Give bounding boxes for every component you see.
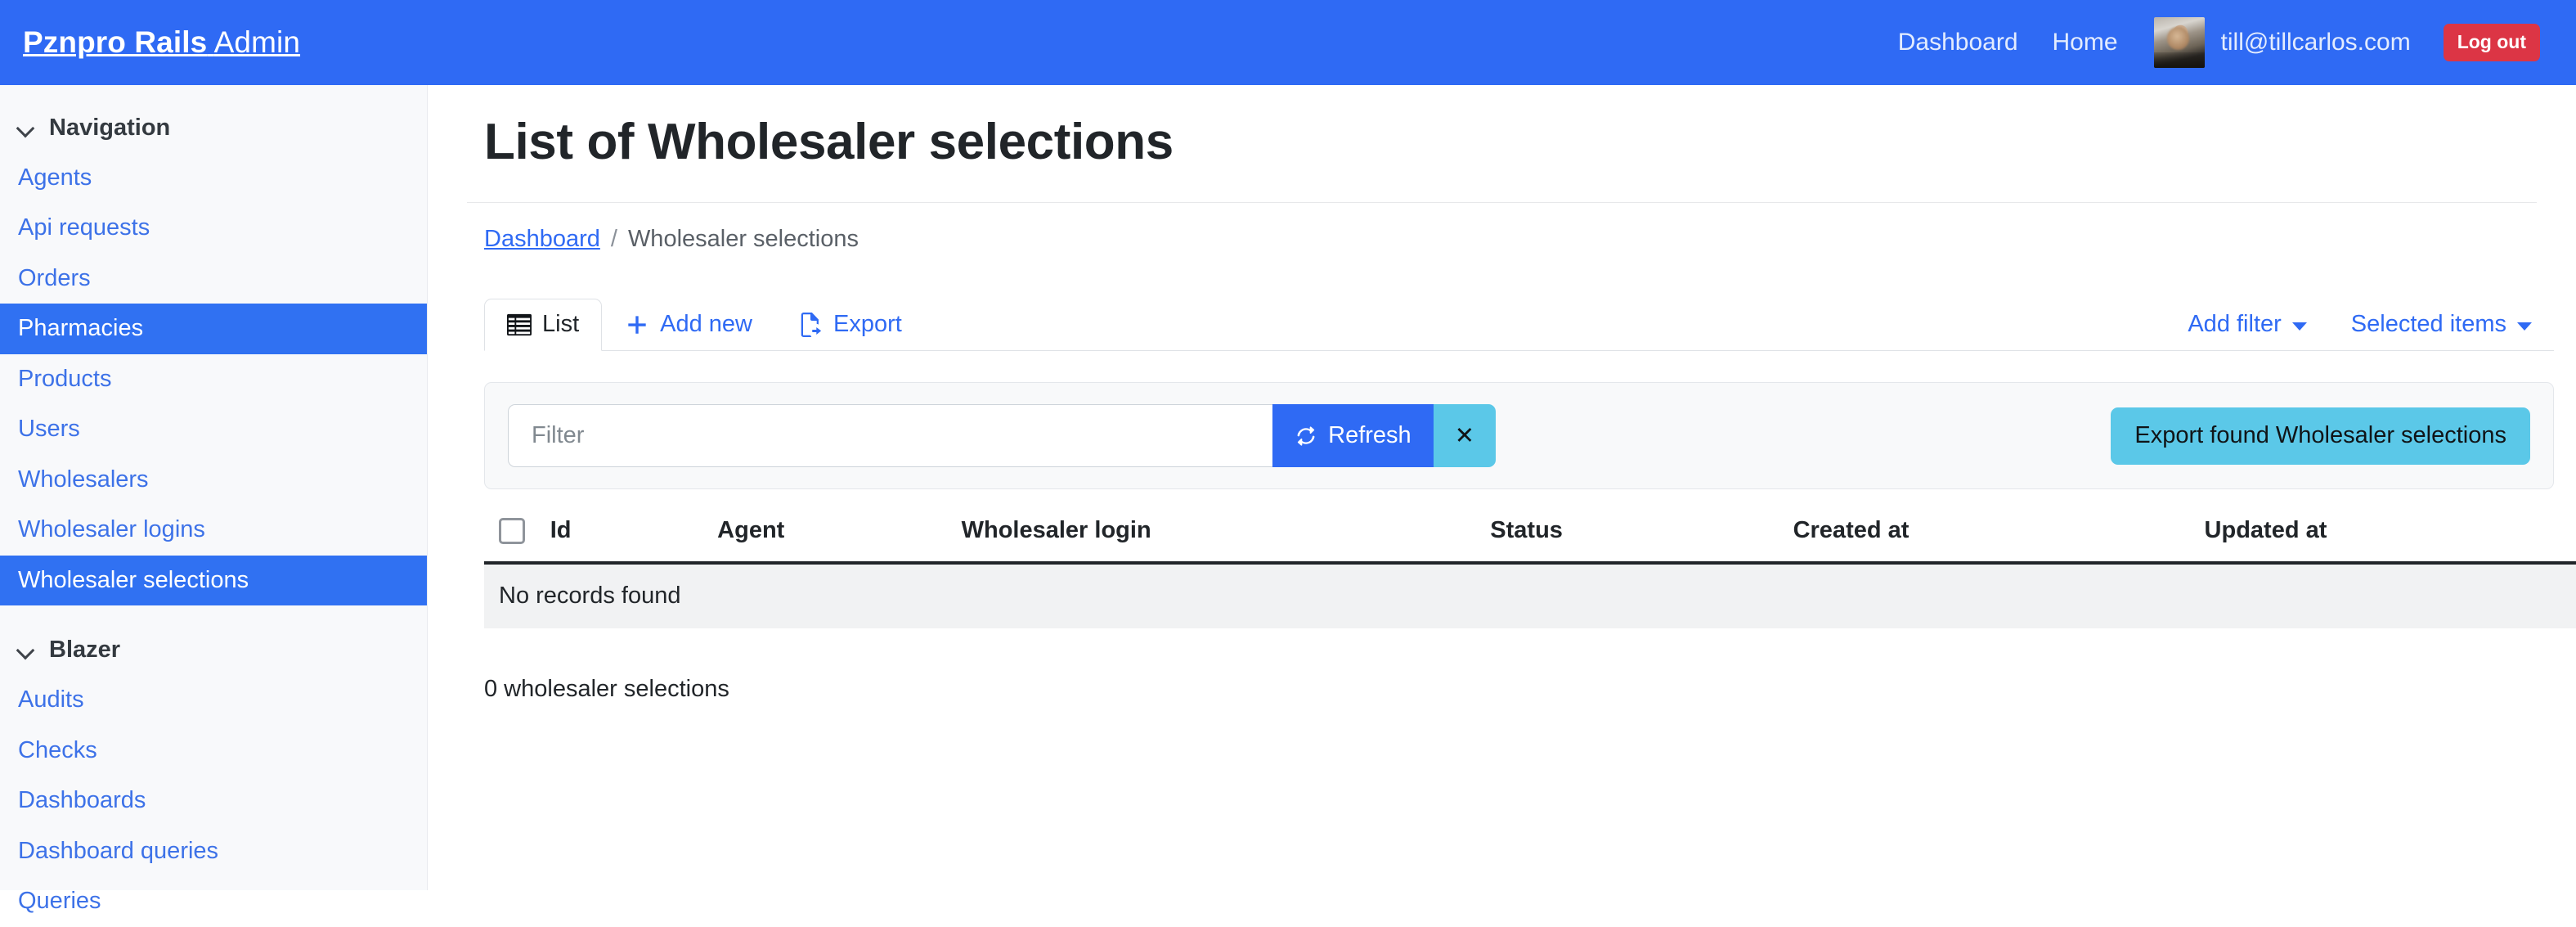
- tab-add-new[interactable]: Add new: [602, 299, 775, 351]
- selected-items-dropdown[interactable]: Selected items: [2329, 299, 2554, 350]
- records-table-head: Id Agent Wholesaler login Status Created…: [484, 517, 2576, 565]
- filter-input[interactable]: [508, 404, 1273, 467]
- user-email-link[interactable]: till@tillcarlos.com: [2221, 29, 2411, 56]
- brand-title[interactable]: Pznpro Rails Admin: [23, 25, 300, 60]
- records-table-body: No records found: [484, 563, 2576, 629]
- log-out-button[interactable]: Log out: [2443, 24, 2540, 61]
- sidebar: Navigation Agents Api requests Orders Ph…: [0, 85, 428, 914]
- tab-add-new-label: Add new: [660, 311, 752, 337]
- sidebar-section-navigation-label: Navigation: [49, 115, 171, 141]
- empty-state-row: No records found: [484, 563, 2576, 629]
- tab-bar: List Add new Export Add filter Selected …: [484, 292, 2554, 351]
- sidebar-section-navigation-header[interactable]: Navigation: [0, 103, 427, 153]
- file-export-icon: [798, 312, 823, 337]
- column-header-status[interactable]: Status: [1490, 517, 1793, 565]
- sidebar-item-dashboards[interactable]: Dashboards: [0, 776, 427, 826]
- column-header-created-at[interactable]: Created at: [1793, 517, 2205, 565]
- sidebar-section-blazer-label: Blazer: [49, 637, 121, 664]
- sidebar-item-queries[interactable]: Queries: [0, 876, 427, 926]
- top-navbar: Pznpro Rails Admin Dashboard Home till@t…: [0, 0, 2576, 85]
- navbar-right-group: Dashboard Home till@tillcarlos.com Log o…: [1864, 17, 2540, 68]
- nav-link-dashboard[interactable]: Dashboard: [1898, 29, 2018, 56]
- add-filter-label: Add filter: [2188, 311, 2282, 337]
- tab-export[interactable]: Export: [775, 299, 925, 351]
- breadcrumb: Dashboard / Wholesaler selections: [484, 226, 2537, 253]
- chevron-down-icon: [18, 122, 36, 132]
- tab-list[interactable]: List: [484, 299, 603, 351]
- sidebar-item-wholesalers[interactable]: Wholesalers: [0, 455, 427, 505]
- plus-icon: [625, 313, 649, 337]
- table-icon: [507, 313, 532, 337]
- sidebar-item-pharmacies[interactable]: Pharmacies: [0, 304, 427, 354]
- column-header-updated-at[interactable]: Updated at: [2204, 517, 2576, 565]
- main-content: List of Wholesaler selections Dashboard …: [428, 85, 2576, 890]
- brand-bold: Pznpro Rails: [23, 25, 208, 59]
- sidebar-item-api-requests[interactable]: Api requests: [0, 203, 427, 253]
- column-header-id[interactable]: Id: [550, 517, 718, 565]
- chevron-down-icon: [18, 644, 36, 654]
- sidebar-item-wholesaler-selections[interactable]: Wholesaler selections: [0, 555, 427, 606]
- table-header-row: Id Agent Wholesaler login Status Created…: [484, 517, 2576, 565]
- records-table-wrapper: Id Agent Wholesaler login Status Created…: [484, 517, 2576, 629]
- tab-bar-right-group: Add filter Selected items: [2165, 299, 2554, 350]
- selected-items-label: Selected items: [2350, 311, 2506, 337]
- record-count-label: 0 wholesaler selections: [484, 676, 729, 703]
- breadcrumb-current: Wholesaler selections: [627, 226, 859, 252]
- caret-down-icon: [2291, 322, 2307, 331]
- sidebar-item-agents[interactable]: Agents: [0, 153, 427, 203]
- refresh-button[interactable]: Refresh: [1272, 404, 1434, 467]
- breadcrumb-dashboard-link[interactable]: Dashboard: [484, 226, 600, 253]
- sidebar-item-audits[interactable]: Audits: [0, 675, 427, 725]
- select-all-checkbox[interactable]: [499, 518, 525, 545]
- avatar: [2153, 17, 2205, 68]
- sidebar-section-blazer-header[interactable]: Blazer: [0, 625, 427, 675]
- tab-list-label: List: [542, 311, 580, 337]
- select-all-header: [484, 517, 550, 565]
- sidebar-item-wholesaler-logins[interactable]: Wholesaler logins: [0, 505, 427, 555]
- add-filter-dropdown[interactable]: Add filter: [2165, 299, 2328, 350]
- clear-filter-button[interactable]: ✕: [1433, 404, 1496, 467]
- brand-light: Admin: [213, 25, 301, 59]
- records-table: Id Agent Wholesaler login Status Created…: [484, 517, 2576, 629]
- title-divider: [467, 202, 2537, 203]
- avatar-wrapper: [2153, 17, 2205, 68]
- refresh-icon: [1295, 425, 1317, 448]
- sidebar-item-users[interactable]: Users: [0, 404, 427, 454]
- export-found-button[interactable]: Export found Wholesaler selections: [2111, 407, 2530, 465]
- breadcrumb-separator: /: [610, 226, 617, 252]
- refresh-button-label: Refresh: [1328, 422, 1411, 448]
- column-header-wholesaler-login[interactable]: Wholesaler login: [961, 517, 1491, 565]
- filter-input-group: Refresh ✕: [508, 404, 1496, 467]
- filter-panel: Refresh ✕ Export found Wholesaler select…: [484, 382, 2554, 489]
- sidebar-item-products[interactable]: Products: [0, 354, 427, 404]
- nav-link-home[interactable]: Home: [2053, 29, 2118, 56]
- caret-down-icon: [2517, 322, 2532, 331]
- sidebar-item-orders[interactable]: Orders: [0, 254, 427, 304]
- page-title: List of Wholesaler selections: [484, 114, 1174, 170]
- column-header-agent[interactable]: Agent: [717, 517, 962, 565]
- no-records-message: No records found: [484, 563, 2576, 629]
- sidebar-item-checks[interactable]: Checks: [0, 726, 427, 776]
- tab-export-label: Export: [833, 311, 902, 337]
- sidebar-item-dashboard-queries[interactable]: Dashboard queries: [0, 826, 427, 876]
